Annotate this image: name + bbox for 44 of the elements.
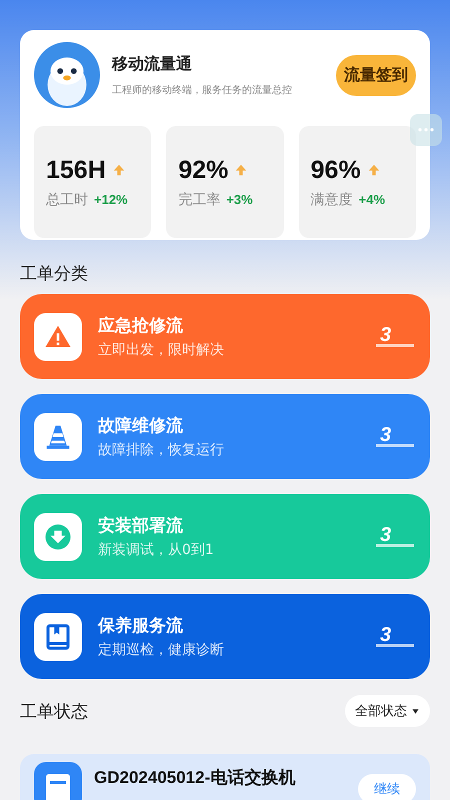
stat-value: 92%	[178, 156, 228, 184]
up-arrow-icon	[234, 163, 248, 177]
section-title: 工单状态	[20, 700, 88, 722]
category-icon	[34, 412, 82, 460]
more-button[interactable]	[410, 114, 442, 146]
avatar	[34, 42, 100, 108]
app-subtitle: 工程师的移动终端，服务任务的流量总控	[112, 84, 293, 96]
stat-label: 总工时	[46, 190, 88, 208]
stat-label: 完工率	[178, 190, 220, 208]
stat-change: +3%	[226, 192, 253, 206]
status-filter-dropdown[interactable]: 全部状态	[345, 695, 430, 727]
up-arrow-icon	[366, 163, 381, 177]
stat-value: 156H	[46, 156, 106, 184]
stat-change: +4%	[358, 192, 386, 206]
category-subtitle: 立即出发，限时解决	[98, 341, 225, 359]
category-icon	[34, 612, 82, 660]
category-card[interactable]: 故障维修流 故障排除，恢复运行 3	[20, 394, 430, 479]
category-title: 保养服务流	[98, 615, 184, 637]
app-title: 移动流量通	[112, 54, 193, 74]
stat-change: +12%	[94, 192, 128, 206]
category-icon	[34, 512, 82, 560]
up-arrow-icon	[112, 163, 126, 177]
category-icon	[34, 312, 82, 360]
caret-icon	[411, 706, 420, 716]
category-count: 3	[376, 626, 414, 647]
stat-value: 96%	[310, 156, 361, 184]
category-title: 故障维修流	[98, 415, 184, 437]
continue-button[interactable]: 继续	[358, 774, 416, 800]
category-card[interactable]: 保养服务流 定期巡检，健康诊断 3	[20, 594, 430, 679]
category-count: 3	[376, 426, 414, 447]
stat-label: 满意度	[310, 190, 353, 208]
category-subtitle: 新装调试，从0到1	[98, 541, 215, 559]
category-title: 应急抢修流	[98, 315, 184, 337]
category-subtitle: 定期巡检，健康诊断	[98, 641, 225, 659]
document-icon	[34, 762, 82, 800]
category-count: 3	[376, 326, 414, 347]
category-subtitle: 故障排除，恢复运行	[98, 441, 225, 459]
category-title: 安装部署流	[98, 515, 184, 537]
category-count: 3	[376, 526, 414, 547]
order-title: GD202405012-电话交换机	[94, 767, 296, 789]
category-card[interactable]: 应急抢修流 立即出发，限时解决 3	[20, 294, 430, 379]
order-card[interactable]: GD202405012-电话交换机 继续	[20, 754, 430, 800]
sign-in-button[interactable]: 流量签到	[336, 54, 416, 96]
section-title: 工单分类	[20, 263, 89, 284]
